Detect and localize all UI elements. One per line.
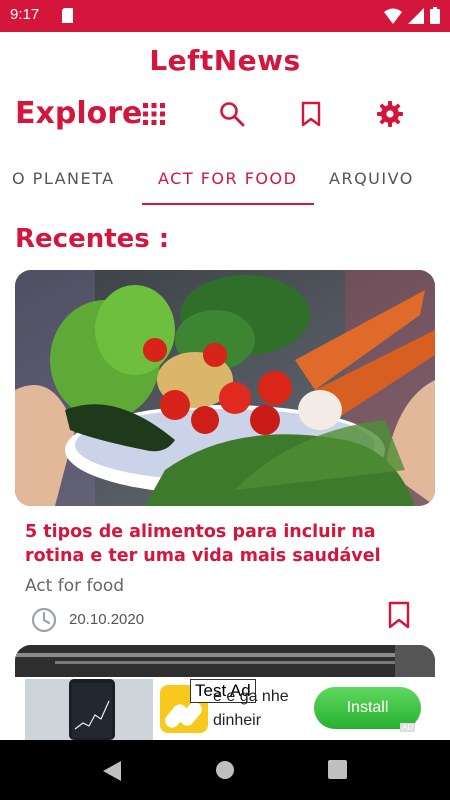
navigation-bar [0, 740, 450, 800]
ad-text: e e ga nhe dinheir [213, 688, 289, 729]
status-time: 9:17 [10, 6, 40, 23]
article-category: Act for food [25, 576, 125, 596]
article-image[interactable] [15, 270, 435, 506]
ad-badge[interactable]: AD [400, 723, 416, 732]
settings-button[interactable] [376, 100, 404, 128]
page-title: Explore [15, 96, 143, 131]
bookmarks-button[interactable] [297, 100, 325, 128]
battery-icon [430, 7, 440, 24]
ad-thumbnail[interactable] [25, 679, 153, 740]
tab-arquivo[interactable]: ARQUIVO [329, 169, 414, 188]
grid-button[interactable] [140, 100, 168, 128]
status-bar: 9:17 [0, 0, 450, 32]
vegetables-photo [15, 270, 435, 506]
wifi-icon [384, 8, 402, 24]
section-title: Recentes : [15, 224, 170, 254]
back-icon[interactable] [102, 760, 122, 782]
status-icons [384, 7, 440, 24]
article-title[interactable]: 5 tipos de alimentos para incluir na rot… [25, 520, 425, 568]
sim-card-icon [62, 8, 73, 23]
search-button[interactable] [218, 100, 246, 128]
grid-icon [143, 103, 165, 125]
phone-chart-image [25, 679, 153, 740]
ad-banner[interactable]: Test Ad e e ga nhe dinheir Install AD [0, 677, 450, 740]
search-icon [220, 102, 245, 127]
category-tabs: O PLANETA ACT FOR FOOD ARQUIVO [0, 155, 450, 207]
signal-icon [408, 7, 424, 24]
tab-act-for-food[interactable]: ACT FOR FOOD [158, 169, 297, 188]
clock-icon [31, 607, 57, 633]
bookmark-icon [301, 101, 321, 127]
app-title: LeftNews [149, 44, 301, 77]
article-date: 20.10.2020 [69, 611, 145, 628]
article-bookmark-icon[interactable] [388, 601, 410, 629]
active-tab-indicator [142, 203, 314, 205]
tab-o-planeta[interactable]: O PLANETA [12, 169, 115, 188]
home-icon[interactable] [215, 760, 235, 780]
settings-gear-icon [377, 101, 403, 127]
recents-icon[interactable] [328, 760, 347, 779]
